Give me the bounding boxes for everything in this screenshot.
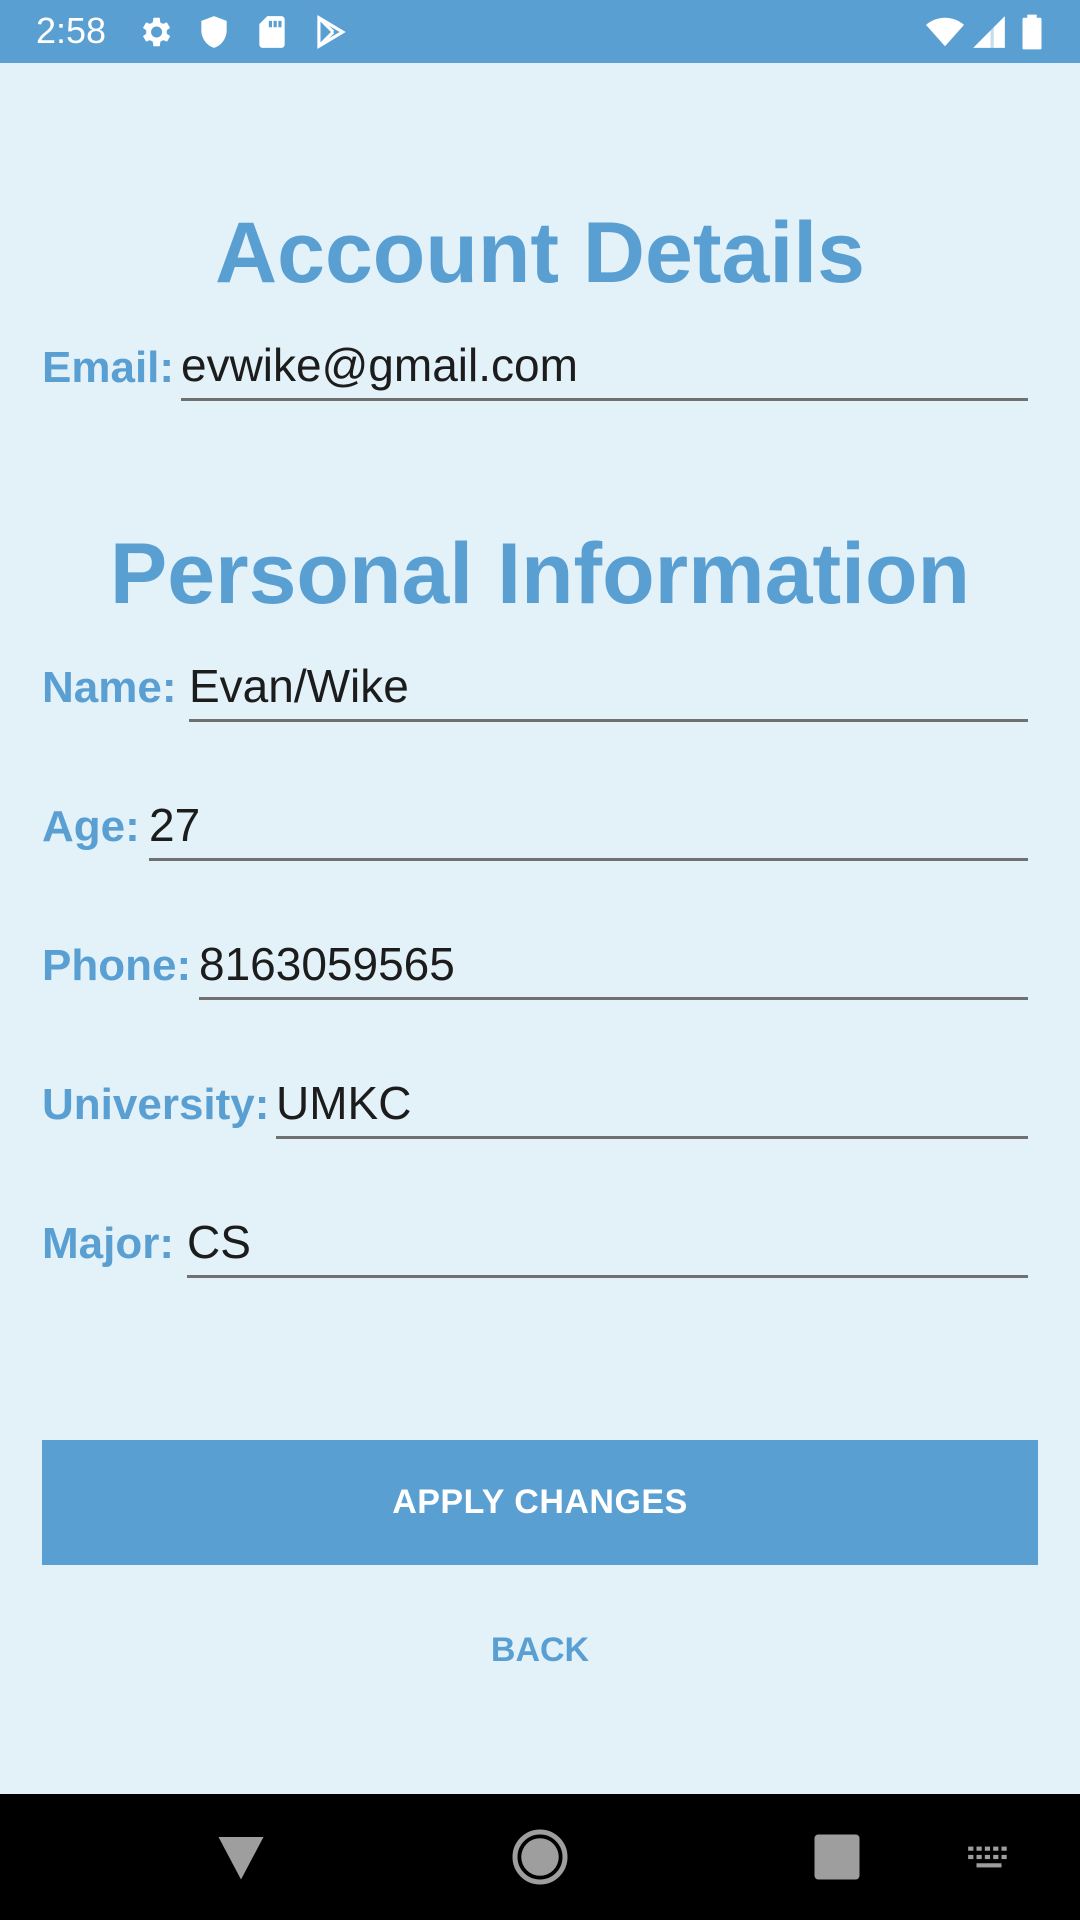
age-label: Age:: [42, 802, 140, 851]
name-label: Name:: [42, 663, 177, 712]
keyboard-icon[interactable]: [964, 1827, 1014, 1887]
status-bar: 2:58: [0, 0, 1080, 63]
wifi-icon: [922, 13, 968, 51]
back-button[interactable]: BACK: [390, 1620, 690, 1680]
personal-information-title: Personal Information: [109, 526, 971, 622]
home-circle-icon[interactable]: [510, 1827, 570, 1887]
phone-label: Phone:: [42, 941, 192, 990]
name-field[interactable]: [189, 658, 1028, 722]
university-field[interactable]: [276, 1075, 1028, 1139]
navigation-bar: [0, 1794, 1080, 1920]
status-time: 2:58: [36, 10, 107, 51]
major-label: Major:: [42, 1219, 174, 1268]
shield-icon: [195, 13, 233, 51]
university-label: University:: [42, 1080, 270, 1129]
back-triangle-icon[interactable]: [211, 1827, 271, 1887]
age-field[interactable]: [149, 797, 1028, 861]
account-details-title: Account Details: [215, 205, 865, 301]
sd-card-icon: [253, 13, 291, 51]
apply-changes-button[interactable]: APPLY CHANGES: [42, 1440, 1038, 1565]
major-field[interactable]: [187, 1214, 1028, 1278]
email-label: Email:: [42, 343, 175, 392]
email-field[interactable]: [181, 337, 1028, 401]
phone-field[interactable]: [199, 936, 1028, 1000]
gear-icon: [136, 13, 174, 51]
cell-signal-icon: [970, 13, 1008, 51]
play-store-icon: [311, 13, 349, 51]
battery-icon: [1017, 13, 1047, 51]
recents-square-icon[interactable]: [807, 1827, 867, 1887]
